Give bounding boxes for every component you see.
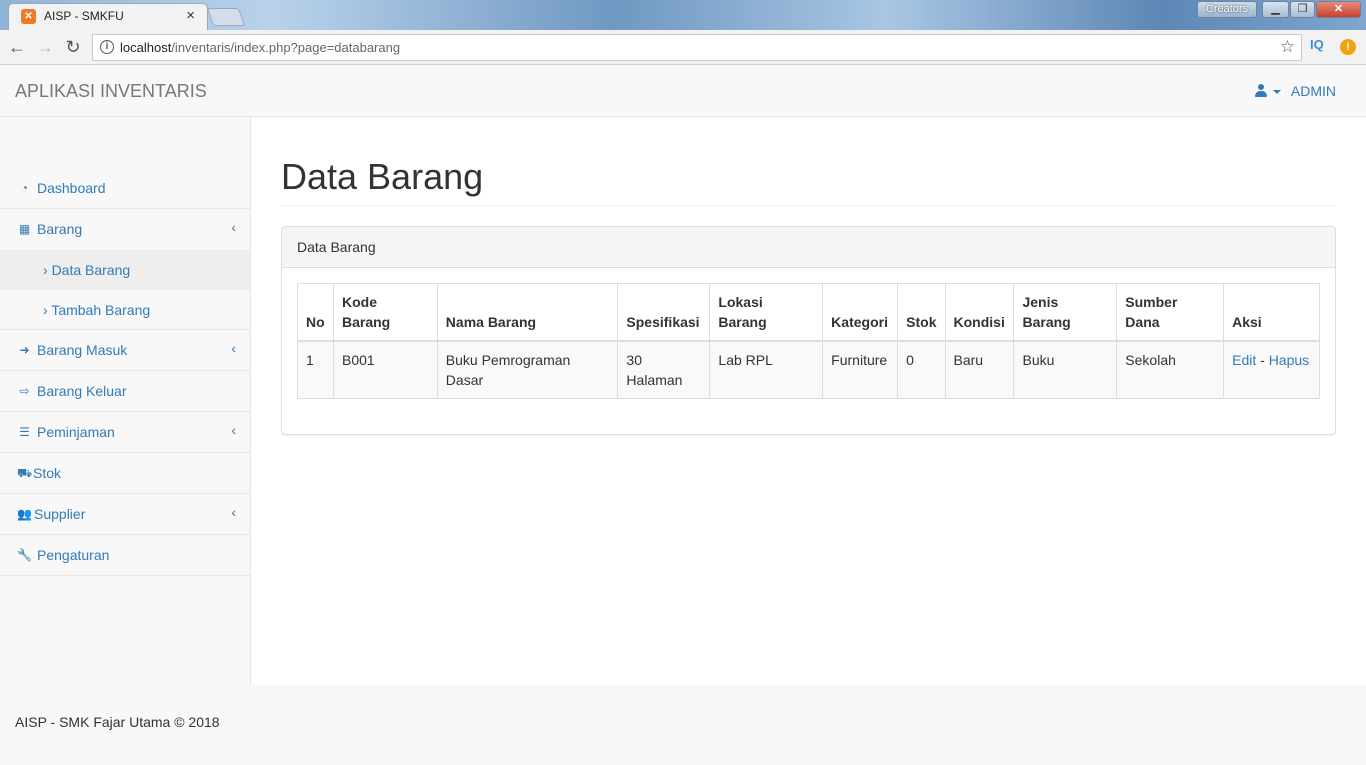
angle-right-icon: › — [43, 262, 48, 278]
dashboard-icon: ◔ — [20, 181, 29, 195]
back-arrow-icon[interactable]: ← — [6, 36, 28, 58]
creators-badge: Creators — [1197, 1, 1257, 18]
url-text[interactable]: localhost/inventaris/index.php?page=data… — [120, 40, 400, 55]
col-header: Stok — [897, 283, 946, 342]
app-navbar: APLIKASI INVENTARIS ADMIN — [0, 66, 1366, 117]
col-header: Lokasi Barang — [709, 283, 824, 342]
cell-kode: B001 — [332, 340, 438, 399]
sidebar-item-stok[interactable]: ⛟ Stok — [0, 453, 250, 494]
footer-text: AISP - SMK Fajar Utama © 2018 — [15, 714, 220, 730]
sidebar-item-label: Pengaturan — [37, 547, 110, 563]
sidebar-subitem-tambah-barang[interactable]: › Tambah Barang — [0, 290, 250, 330]
edit-link[interactable]: Edit — [1232, 352, 1256, 368]
sidebar-item-label: Barang Keluar — [37, 383, 127, 399]
angle-right-icon: › — [43, 302, 48, 318]
chevron-left-icon: ‹ — [231, 219, 236, 235]
cell-lokasi: Lab RPL — [709, 340, 824, 399]
sidebar-item-label: Supplier — [34, 506, 86, 522]
forward-arrow-icon[interactable]: → — [34, 36, 56, 58]
cell-stok: 0 — [897, 340, 946, 399]
bookmark-star-icon[interactable]: ☆ — [1280, 37, 1295, 57]
table-header-row: No Kode Barang Nama Barang Spesifikasi L… — [297, 283, 1320, 342]
sidebar-item-label: Stok — [33, 465, 62, 481]
sidebar-subitem-data-barang[interactable]: › Data Barang — [0, 250, 250, 290]
page-title: Data Barang — [281, 156, 484, 197]
cell-spesifikasi: 30 Halaman — [617, 340, 711, 399]
browser-toolbar: ← → ↻ i localhost/inventaris/index.php?p… — [0, 30, 1366, 65]
sidebar-item-label: Peminjaman — [37, 424, 115, 440]
aksi-separator: - — [1256, 352, 1269, 368]
col-header: Kategori — [822, 283, 899, 342]
sidebar-menu: ◔ Dashboard ▦ Barang ‹ › Data Barang › T… — [0, 168, 250, 576]
iq-extension-icon[interactable]: IQ — [1310, 37, 1324, 52]
qrcode-icon: ▦ — [18, 222, 31, 236]
sidebar-item-dashboard[interactable]: ◔ Dashboard — [0, 168, 250, 209]
list-icon: ☰ — [19, 425, 30, 439]
caret-down-icon — [1272, 90, 1281, 95]
chevron-left-icon: ‹ — [231, 340, 236, 356]
col-header: No — [297, 283, 334, 342]
truck-icon: ⛟ — [17, 466, 33, 480]
reload-icon[interactable]: ↻ — [62, 36, 84, 58]
sidebar: ◔ Dashboard ▦ Barang ‹ › Data Barang › T… — [0, 117, 251, 685]
wrench-icon: 🔧 — [17, 548, 32, 562]
sidebar-item-barang-masuk[interactable]: ➜ Barang Masuk ‹ — [0, 330, 250, 371]
col-header: Nama Barang — [436, 283, 619, 342]
cell-kondisi: Baru — [944, 340, 1015, 399]
footer: AISP - SMK Fajar Utama © 2018 — [0, 685, 1366, 765]
cell-aksi: Edit - Hapus — [1223, 340, 1320, 399]
sidebar-item-peminjaman[interactable]: ☰ Peminjaman ‹ — [0, 412, 250, 453]
url-path: /inventaris/index.php?page=databarang — [171, 40, 401, 55]
user-label: ADMIN — [1290, 83, 1336, 99]
sidebar-item-label: Barang — [37, 221, 83, 237]
users-icon: 👥 — [17, 507, 32, 521]
warning-icon[interactable]: ! — [1340, 39, 1356, 55]
col-header: Spesifikasi — [617, 283, 711, 342]
data-barang-table: No Kode Barang Nama Barang Spesifikasi L… — [297, 283, 1320, 399]
close-window-button[interactable]: ✕ — [1316, 1, 1361, 18]
app-brand[interactable]: APLIKASI INVENTARIS — [15, 81, 207, 102]
col-header: Aksi — [1223, 283, 1320, 342]
sidebar-item-label: Barang Masuk — [37, 342, 128, 358]
main-content: Data Barang Data Barang No Kode Barang N… — [251, 117, 1366, 685]
sidebar-item-label: Dashboard — [37, 180, 106, 196]
sidebar-item-supplier[interactable]: 👥 Supplier ‹ — [0, 494, 250, 535]
address-bar[interactable]: i localhost/inventaris/index.php?page=da… — [92, 34, 1302, 61]
browser-tab[interactable]: ✕ AISP - SMKFU × — [8, 3, 208, 30]
xampp-favicon-icon: ✕ — [21, 9, 36, 24]
sidebar-subitem-label: Tambah Barang — [51, 302, 151, 318]
sidebar-item-pengaturan[interactable]: 🔧 Pengaturan — [0, 535, 250, 576]
sidebar-subitem-label: Data Barang — [51, 262, 131, 278]
col-header: Kondisi — [944, 283, 1015, 342]
hapus-link[interactable]: Hapus — [1269, 352, 1309, 368]
cell-no: 1 — [297, 340, 334, 399]
col-header: Sumber Dana — [1116, 283, 1225, 342]
tab-close-icon[interactable]: × — [186, 7, 195, 24]
cell-nama: Buku Pemrograman Dasar — [436, 340, 619, 399]
data-panel: Data Barang No Kode Barang Nama Barang S… — [281, 226, 1336, 435]
minimize-button[interactable]: ▁ — [1262, 1, 1289, 18]
col-header: Kode Barang — [332, 283, 438, 342]
info-icon[interactable]: i — [100, 40, 114, 54]
browser-titlebar: ✕ AISP - SMKFU × Creators ▁ ❐ ✕ — [0, 0, 1366, 30]
sidebar-item-barang-keluar[interactable]: ⇨ Barang Keluar — [0, 371, 250, 412]
panel-heading: Data Barang — [282, 227, 1335, 268]
cell-jenis: Buku — [1013, 340, 1118, 399]
sidebar-item-barang[interactable]: ▦ Barang ‹ — [0, 209, 250, 250]
cell-kategori: Furniture — [822, 340, 899, 399]
tab-title: AISP - SMKFU — [44, 9, 124, 23]
user-menu[interactable]: ADMIN — [1254, 83, 1336, 99]
table-row: 1 B001 Buku Pemrograman Dasar 30 Halaman… — [297, 340, 1320, 399]
user-icon — [1254, 84, 1267, 97]
chevron-left-icon: ‹ — [231, 504, 236, 520]
sign-out-icon: ⇨ — [19, 384, 30, 398]
maximize-button[interactable]: ❐ — [1290, 1, 1315, 18]
cell-sumber: Sekolah — [1116, 340, 1225, 399]
chevron-left-icon: ‹ — [231, 422, 236, 438]
title-divider — [281, 205, 1336, 206]
sign-in-icon: ➜ — [19, 343, 30, 357]
col-header: Jenis Barang — [1013, 283, 1118, 342]
url-host: localhost — [120, 40, 172, 55]
new-tab-button[interactable] — [206, 8, 246, 26]
